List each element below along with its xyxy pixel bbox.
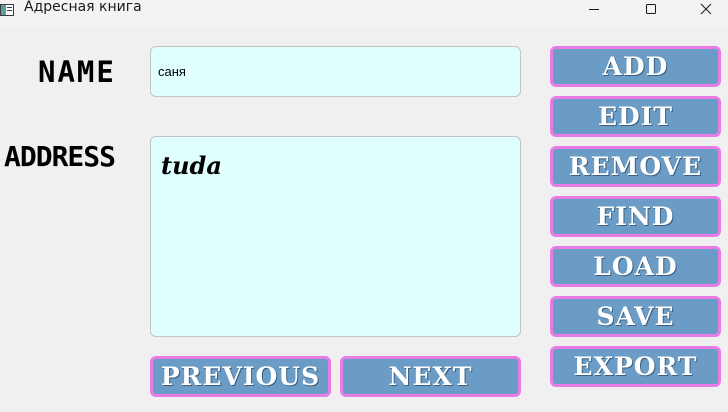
window-title: Адресная книга — [24, 0, 142, 15]
name-label: NAME — [38, 55, 116, 89]
maximize-icon — [645, 0, 657, 19]
load-button[interactable]: LOAD — [550, 246, 721, 287]
find-button[interactable]: FIND — [550, 196, 721, 237]
save-button[interactable]: SAVE — [550, 296, 721, 337]
next-button[interactable]: NEXT — [340, 356, 521, 397]
maximize-button[interactable] — [629, 0, 673, 18]
remove-button[interactable]: REMOVE — [550, 146, 721, 187]
minimize-icon — [588, 0, 600, 19]
close-button[interactable] — [684, 0, 728, 18]
title-bar[interactable]: Адресная книга — [0, 0, 728, 26]
address-textarea[interactable]: tuda — [150, 136, 521, 337]
edit-button[interactable]: EDIT — [550, 96, 721, 137]
previous-button[interactable]: PREVIOUS — [150, 356, 331, 397]
add-button[interactable]: ADD — [550, 46, 721, 87]
minimize-button[interactable] — [572, 0, 616, 18]
address-book-icon — [0, 1, 14, 16]
close-icon — [700, 0, 712, 19]
export-button[interactable]: EXPORT — [550, 346, 721, 387]
name-input[interactable] — [150, 46, 521, 97]
address-label: ADDRESS — [4, 140, 116, 173]
